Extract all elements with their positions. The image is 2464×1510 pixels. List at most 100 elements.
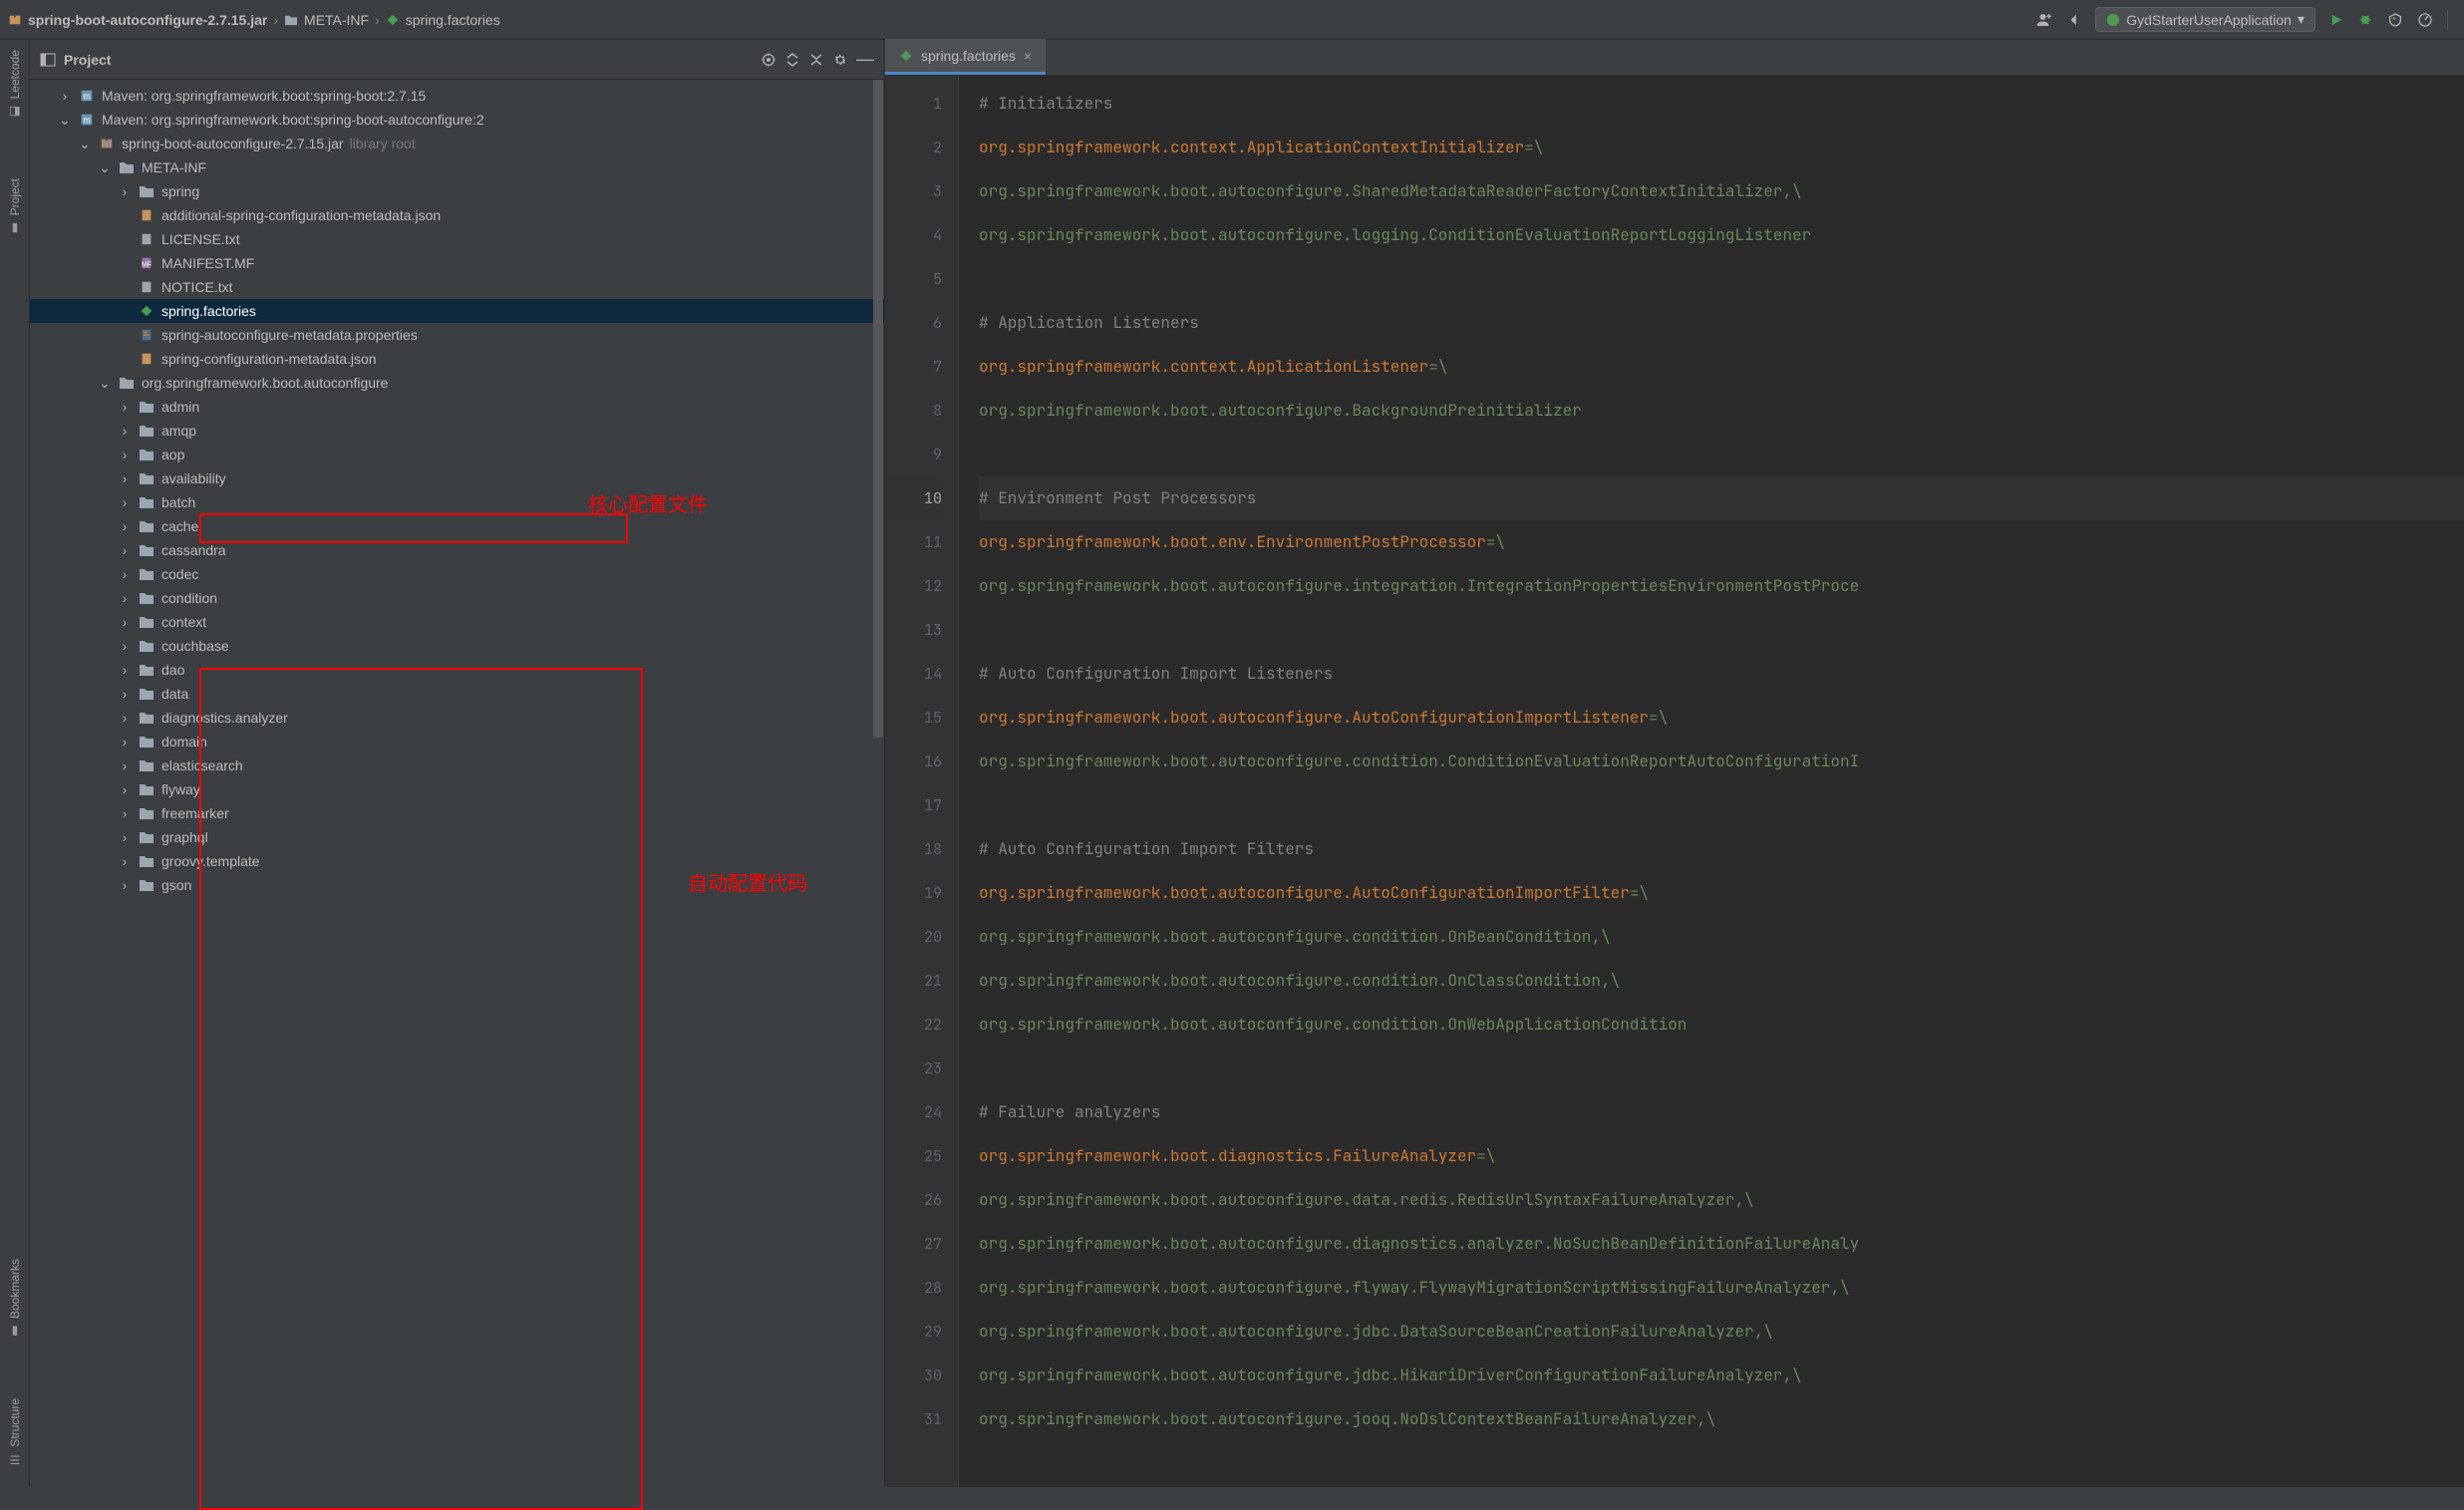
tree-folder-gson[interactable]: › gson — [30, 873, 884, 897]
tree-folder-flyway[interactable]: › flyway — [30, 777, 884, 801]
tree-folder-data[interactable]: › data — [30, 682, 884, 706]
tree-arrow-icon[interactable]: ⌄ — [58, 112, 72, 129]
tree-folder-amqp[interactable]: › amqp — [30, 419, 884, 443]
run-config-dropdown[interactable]: GydStarterUserApplication ▾ — [2095, 7, 2315, 32]
tree-arrow-icon[interactable]: › — [118, 590, 132, 606]
tree-folder-aop[interactable]: › aop — [30, 443, 884, 466]
collapse-all-icon[interactable] — [808, 52, 824, 68]
tree-arrow-icon[interactable]: › — [118, 877, 132, 893]
tree-folder-dao[interactable]: › dao — [30, 658, 884, 682]
tree-spring[interactable]: › spring — [30, 179, 884, 203]
tree-folder-groovy-template[interactable]: › groovy.template — [30, 849, 884, 873]
editor-gutter[interactable]: 1234567891011121314151617181920212223242… — [885, 76, 959, 1487]
tree-folder-freemarker[interactable]: › freemarker — [30, 801, 884, 825]
tree-folder-condition[interactable]: › condition — [30, 586, 884, 610]
tree-folder-graphql[interactable]: › graphql — [30, 825, 884, 849]
json-icon — [138, 352, 155, 366]
folder-icon — [138, 567, 155, 581]
tree-folder-codec[interactable]: › codec — [30, 562, 884, 586]
tree-arrow-icon[interactable]: › — [118, 734, 132, 750]
profile-icon[interactable] — [2417, 12, 2433, 28]
user-add-icon[interactable] — [2035, 11, 2053, 29]
tree-confjson[interactable]: spring-configuration-metadata.json — [30, 347, 884, 371]
tree-folder-context[interactable]: › context — [30, 610, 884, 634]
project-tool[interactable]: ▮ Project — [8, 178, 22, 235]
tree-folder-cache[interactable]: › cache — [30, 514, 884, 538]
tree-folder-elasticsearch[interactable]: › elasticsearch — [30, 754, 884, 777]
tree-arrow-icon[interactable]: › — [118, 447, 132, 462]
tree-arrow-icon[interactable]: › — [118, 470, 132, 486]
tree-arrow-icon[interactable]: › — [118, 423, 132, 439]
debug-icon[interactable] — [2357, 12, 2373, 28]
tree-folder-domain[interactable]: › domain — [30, 730, 884, 754]
tree-notice[interactable]: NOTICE.txt — [30, 275, 884, 299]
tree-folder-cassandra[interactable]: › cassandra — [30, 538, 884, 562]
close-icon[interactable]: × — [1024, 48, 1032, 64]
tree-arrow-icon[interactable]: ⌄ — [98, 375, 112, 392]
editor-tab-factories[interactable]: spring.factories × — [885, 39, 1046, 75]
factories-icon — [386, 13, 400, 27]
tree-arrow-icon[interactable]: › — [118, 566, 132, 582]
tree-maven2[interactable]: ⌄ m Maven: org.springframework.boot:spri… — [30, 108, 884, 132]
toolbar-actions: GydStarterUserApplication ▾ — [2035, 7, 2456, 32]
breadcrumb-factories[interactable]: spring.factories — [406, 12, 500, 28]
tree-arrow-icon[interactable]: › — [118, 686, 132, 702]
tree-license[interactable]: LICENSE.txt — [30, 227, 884, 251]
tree-arrow-icon[interactable]: › — [118, 542, 132, 558]
tree-arrow-icon[interactable]: › — [118, 829, 132, 845]
tree-arrow-icon[interactable]: › — [118, 662, 132, 678]
tree-arrow-icon[interactable]: › — [118, 853, 132, 869]
project-view-icon[interactable] — [40, 52, 56, 68]
tree-factories[interactable]: spring.factories — [30, 299, 884, 323]
bookmarks-tool[interactable]: ▮ Bookmarks — [8, 1259, 22, 1339]
tree-addjson[interactable]: additional-spring-configuration-metadata… — [30, 203, 884, 227]
hide-icon[interactable]: — — [856, 49, 874, 70]
structure-label: Structure — [8, 1398, 22, 1447]
tree-arrow-icon[interactable]: ⌄ — [78, 136, 92, 152]
locate-icon[interactable] — [761, 52, 776, 68]
tree-autoprops[interactable]: spring-autoconfigure-metadata.properties — [30, 323, 884, 347]
tree-arrow-icon[interactable]: › — [118, 638, 132, 654]
tree-arrow-icon[interactable]: › — [118, 614, 132, 630]
breadcrumb-metainf[interactable]: META-INF — [304, 12, 369, 28]
folder-icon — [138, 758, 155, 772]
bookmarks-label: Bookmarks — [8, 1259, 22, 1319]
gear-icon[interactable] — [832, 52, 848, 68]
tree-manifest[interactable]: MF MANIFEST.MF — [30, 251, 884, 275]
tree-arrow-icon[interactable]: › — [118, 757, 132, 773]
leetcode-tool[interactable]: ◧ Leetcode — [8, 50, 22, 119]
coverage-icon[interactable] — [2387, 12, 2403, 28]
tree-folder-batch[interactable]: › batch — [30, 490, 884, 514]
bookmark-icon: ▮ — [8, 1325, 22, 1339]
editor-code[interactable]: # Initializersorg.springframework.contex… — [959, 76, 2464, 1487]
project-tree[interactable]: › m Maven: org.springframework.boot:spri… — [30, 80, 884, 1487]
tree-arrow-icon[interactable]: › — [118, 781, 132, 797]
structure-tool[interactable]: ☰ Structure — [8, 1398, 22, 1467]
tree-arrow-icon[interactable]: › — [118, 805, 132, 821]
tree-arrow-icon[interactable]: › — [118, 518, 132, 534]
run-icon[interactable] — [2329, 13, 2343, 27]
tree-maven1[interactable]: › m Maven: org.springframework.boot:spri… — [30, 84, 884, 108]
tree-folder-availability[interactable]: › availability — [30, 466, 884, 490]
folder-icon — [138, 184, 155, 198]
tree-arrow-icon[interactable]: › — [118, 399, 132, 415]
expand-all-icon[interactable] — [784, 52, 800, 68]
tree-arrow-icon[interactable]: ⌄ — [98, 159, 112, 176]
tree-arrow-icon[interactable]: › — [118, 710, 132, 726]
svg-text:MF: MF — [142, 262, 152, 269]
back-icon[interactable] — [2067, 13, 2081, 27]
tree-folder-diagnostics-analyzer[interactable]: › diagnostics.analyzer — [30, 706, 884, 730]
tree-folder-couchbase[interactable]: › couchbase — [30, 634, 884, 658]
tree-arrow-icon[interactable]: › — [58, 88, 72, 104]
tree-arrow-icon[interactable]: › — [118, 183, 132, 199]
svg-text:m: m — [83, 116, 90, 126]
tree-folder-admin[interactable]: › admin — [30, 395, 884, 419]
tree-jar[interactable]: ⌄ spring-boot-autoconfigure-2.7.15.jar l… — [30, 132, 884, 155]
tree-pkg[interactable]: ⌄ org.springframework.boot.autoconfigure — [30, 371, 884, 395]
project-scroll-thumb[interactable] — [873, 80, 883, 738]
tree-label: elasticsearch — [161, 757, 243, 773]
breadcrumb-jar[interactable]: spring-boot-autoconfigure-2.7.15.jar — [28, 12, 267, 28]
tree-arrow-icon[interactable]: › — [118, 494, 132, 510]
project-scrollbar[interactable] — [870, 80, 884, 1487]
tree-metainf[interactable]: ⌄ META-INF — [30, 155, 884, 179]
